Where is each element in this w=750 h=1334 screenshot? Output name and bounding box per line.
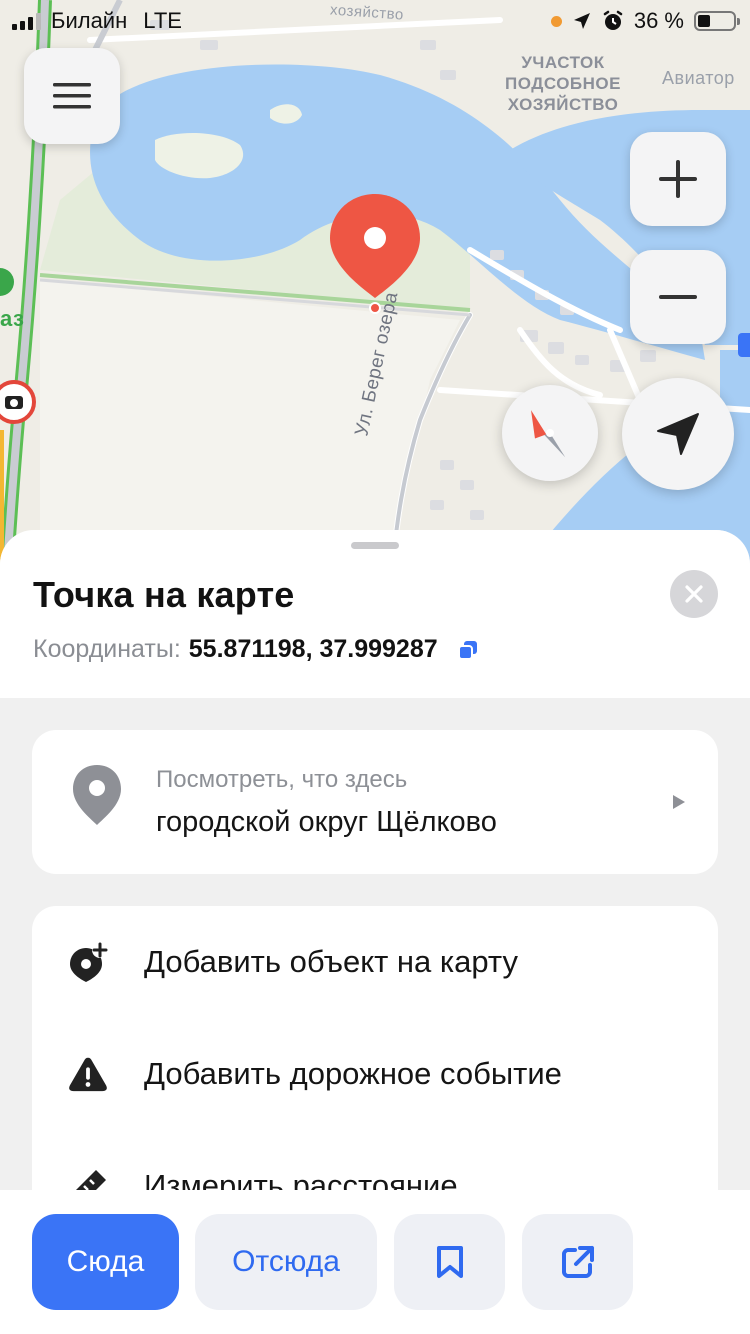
warning-icon — [68, 1054, 108, 1094]
menu-button[interactable] — [24, 48, 120, 144]
map-label-plot-line3: ХОЗЯЙСТВО — [507, 95, 619, 114]
status-bar: Билайн LTE 36 % — [0, 0, 750, 40]
add-place-icon — [68, 942, 108, 982]
share-button[interactable] — [522, 1214, 633, 1310]
sheet-grabber[interactable] — [351, 542, 399, 549]
carrier-name: Билайн — [51, 8, 128, 33]
route-action-bar: Сюда Отсюда — [0, 1190, 750, 1334]
zoom-out-button[interactable] — [630, 250, 726, 344]
bookmark-icon — [436, 1246, 463, 1278]
close-button[interactable] — [670, 570, 718, 618]
action-label: Добавить объект на карту — [144, 944, 518, 979]
place-pin-icon — [72, 764, 122, 831]
location-arrow-icon — [573, 13, 590, 29]
coordinates-label: Координаты: — [33, 635, 181, 663]
network-type: LTE — [143, 8, 182, 33]
minus-icon — [659, 295, 697, 299]
actions-card: Добавить объект на карту Добавить дорожн… — [32, 906, 718, 1226]
coordinates-value: 55.871198, 37.999287 — [188, 635, 438, 663]
sheet-header: Точка на карте Координаты: 55.871198, 37… — [0, 530, 750, 698]
chevron-right-icon — [672, 794, 686, 815]
bookmark-button[interactable] — [394, 1214, 505, 1310]
map-label-plot: УЧАСТОК ПОДСОБНОЕ ХОЗЯЙСТВО — [498, 52, 628, 115]
location-pin-icon[interactable] — [329, 192, 421, 314]
compass-button[interactable] — [502, 385, 598, 481]
my-location-button[interactable] — [622, 378, 734, 490]
plus-icon — [659, 160, 697, 198]
menu-icon — [53, 83, 91, 109]
coordinates-row: Координаты: 55.871198, 37.999287 — [33, 635, 478, 664]
compass-icon — [531, 410, 566, 458]
share-icon — [561, 1246, 594, 1278]
map-label-edge: аз — [0, 306, 25, 331]
battery-percent: 36 % — [633, 8, 684, 33]
whats-here-card[interactable]: Посмотреть, что здесь городской округ Щё… — [32, 730, 718, 874]
alarm-icon — [603, 10, 623, 30]
action-label: Добавить дорожное событие — [144, 1056, 562, 1091]
navigation-arrow-icon — [657, 413, 699, 455]
map-label-plot-line1: УЧАСТОК — [521, 53, 605, 72]
map-label-plot-line2: ПОДСОБНОЕ — [505, 74, 621, 93]
action-add-road-event[interactable]: Добавить дорожное событие — [32, 1018, 718, 1130]
route-from-button[interactable]: Отсюда — [195, 1214, 377, 1310]
route-here-button[interactable]: Сюда — [32, 1214, 179, 1310]
battery-icon — [694, 11, 740, 31]
close-icon — [685, 585, 703, 603]
whats-here-title: городской округ Щёлково — [156, 806, 497, 838]
map-label-aviator: Авиатор — [662, 68, 735, 88]
cellular-signal-icon — [12, 12, 41, 30]
zoom-in-button[interactable] — [630, 132, 726, 226]
privacy-indicator-icon — [550, 15, 562, 27]
copy-icon[interactable] — [457, 640, 478, 660]
sheet-title: Точка на карте — [33, 574, 295, 615]
action-add-object[interactable]: Добавить объект на карту — [32, 906, 718, 1018]
whats-here-subtitle: Посмотреть, что здесь — [156, 766, 408, 793]
